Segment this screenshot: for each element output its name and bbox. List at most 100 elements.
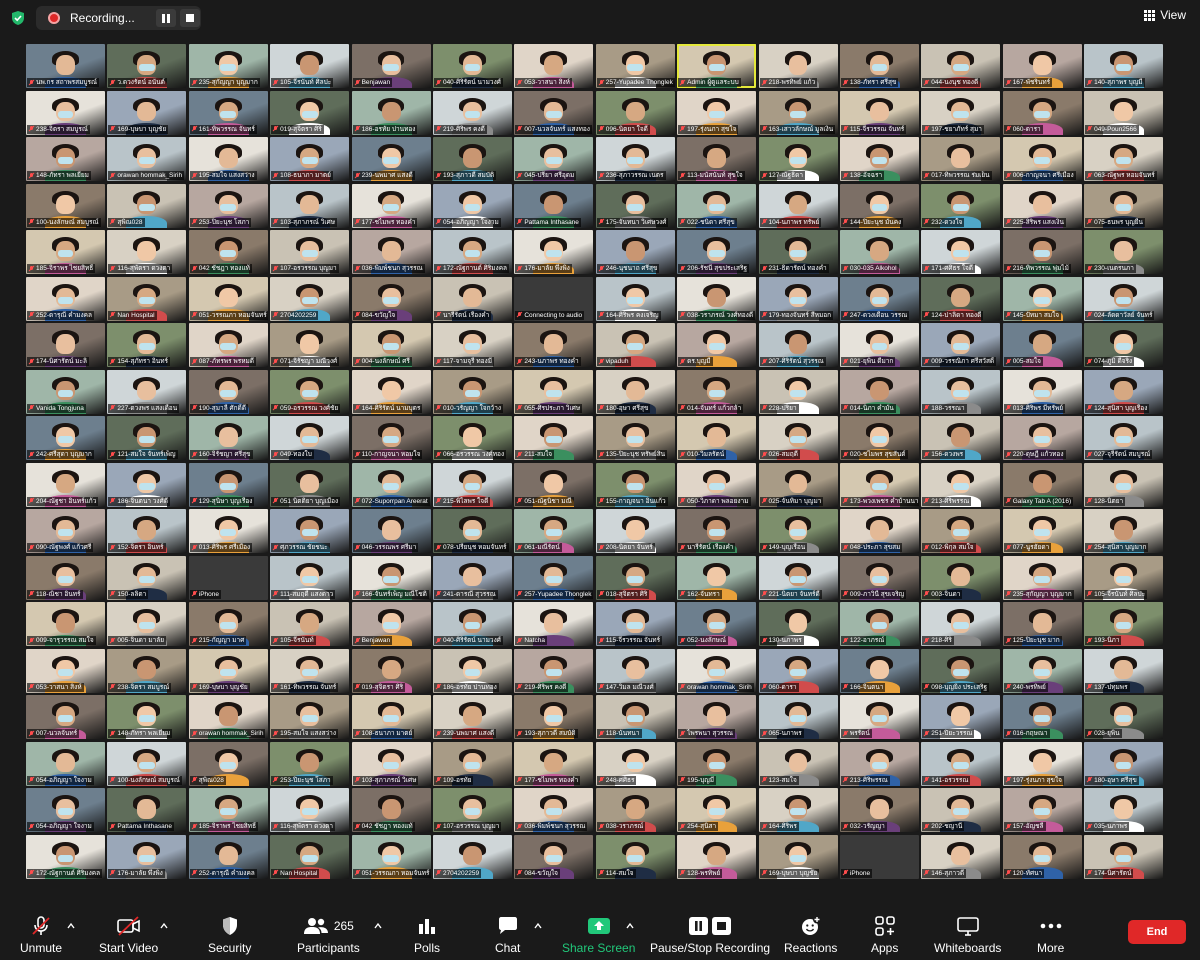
participant-tile[interactable]: 124-ปาลิดา ทองดี [921, 276, 1001, 321]
participant-tile[interactable]: 123-สมใจ [758, 741, 838, 786]
participant-tile[interactable]: 220-ดุษฎี แก้วทอง [1002, 416, 1082, 460]
participant-tile[interactable]: Nan Hospital [107, 276, 187, 321]
participant-tile[interactable]: 154-สุภัทรา อินทร์ [107, 323, 187, 367]
participant-tile[interactable]: 007-นวลจันทร์ [26, 695, 105, 739]
participant-tile[interactable]: 105-จีรนันท์ ศิลปะ [270, 44, 350, 88]
participant-tile[interactable]: 124-สุนิสา บุญเรือง [1084, 369, 1164, 414]
participant-tile[interactable]: 162-จันทรา [677, 555, 757, 600]
participant-tile[interactable]: 103-สุภาภรณ์ วิเศษ [351, 741, 431, 786]
participant-tile[interactable]: 014-จันทร์ แก้วกล้า [677, 369, 757, 414]
participant-tile[interactable]: 005-จินดา มาลัย [107, 602, 187, 646]
participant-tile[interactable]: 018-สุจิตรา ศิริ [595, 555, 675, 600]
participant-tile[interactable]: 208-นิตยา จันทร์ [595, 509, 675, 553]
participant-tile[interactable]: 021-ยุพิน ดีมาก [839, 323, 919, 367]
participant-tile[interactable]: 113-มนัสนันท์ สุขใจ [677, 137, 757, 181]
participant-tile[interactable]: 148-ภัทรา พลเยี่ยม [26, 137, 105, 181]
participant-tile[interactable]: สุพิณ028 [188, 741, 268, 786]
participant-tile[interactable]: 120-ทัศนา [1002, 834, 1082, 879]
participant-tile[interactable]: 042 ชัชฎา ทองแท้ [351, 788, 431, 832]
participant-tile[interactable]: 243-นภาพร ทองคำ [514, 323, 594, 367]
participant-tile[interactable]: 052-นงลักษณ์ [677, 602, 757, 646]
participant-tile[interactable]: 065-นภาพร [758, 695, 838, 739]
participant-tile[interactable]: 177-ชไมพร ทองคำ [351, 183, 431, 228]
participant-tile[interactable]: 027-จุรีรัตน์ สมบูรณ์ [1084, 416, 1164, 460]
participant-tile[interactable]: 003-จินดา [921, 555, 1001, 600]
participant-tile[interactable]: orawan hommak_Sirih [677, 648, 757, 693]
participant-tile[interactable]: 144-ปิยะนุช มั่นคง [839, 183, 919, 228]
participant-tile[interactable]: 105-จีรนันท์ ศิลปะ [1084, 555, 1164, 600]
participant-tile[interactable]: 248-ศศิธร [595, 741, 675, 786]
participant-tile[interactable]: 009-จารุวรรณ สมใจ [26, 602, 105, 646]
participant-tile[interactable]: 054-อภิญญา ใจงาม [432, 183, 512, 228]
participant-tile[interactable]: 053-วาสนา สิงห์ [514, 44, 594, 88]
participant-tile[interactable]: Vanida Tongjuna [26, 369, 105, 414]
participant-tile[interactable]: 253-ปิยะนุช โสภา [188, 183, 268, 228]
participant-tile[interactable]: 117-จามจุรี ทองมี [432, 323, 512, 367]
participant-tile[interactable]: 013-ศิริพร มีทรัพย์ [1002, 369, 1082, 414]
participant-tile[interactable]: 054-อภิญญา ใจงาม [26, 788, 105, 832]
participant-tile[interactable]: 160-จิรัชญา ศรีสุข [188, 416, 268, 460]
participant-tile[interactable]: 172-ณัฐกานต์ ศิริมงคล [26, 834, 105, 879]
participant-tile[interactable]: 074-ภูมิ ดีจริง [1084, 323, 1164, 367]
participant-tile[interactable]: 239-นพมาศ แสงดี [432, 695, 512, 739]
participant-tile[interactable]: 176-มาลัย พึ่งพิง [107, 834, 187, 879]
participant-tile[interactable]: 078-ปรียนุช หอมจันทร์ [432, 509, 512, 553]
participant-tile[interactable]: 127-ณัฐธิดา [758, 137, 838, 181]
participant-tile[interactable]: นพ.กร สถาพรสมบูรณ์ [26, 44, 105, 88]
participant-tile[interactable]: 040-ศิริรัตน์ นามวงศ์ [432, 44, 512, 88]
participant-tile[interactable]: 028-ยุพิน [1084, 695, 1164, 739]
participant-tile[interactable]: 072-Suporrpan Areerat [351, 462, 431, 507]
participant-tile[interactable]: 164-ศิริรัตน์ นามบุตร [351, 369, 431, 414]
participant-tile[interactable]: 2704202259 [432, 834, 512, 879]
participant-tile[interactable]: 049-Poun2566 [1084, 90, 1164, 135]
participant-tile[interactable]: 174-นิศารัตน์ [1084, 834, 1164, 879]
participant-tile[interactable]: vipaduh [595, 323, 675, 367]
participant-tile[interactable]: 138-อัจฉรา [839, 137, 919, 181]
participant-tile[interactable]: 006-กาญจนา ศรีเมือง [1002, 137, 1082, 181]
participant-tile[interactable]: 017-ทิพวรรณ ร่มเย็น [921, 137, 1001, 181]
participant-tile[interactable]: 186-อรทัย ปานทอง [351, 90, 431, 135]
participant-tile[interactable]: 169-บุษบา บุญชัย [188, 648, 268, 693]
participant-tile[interactable]: 019-สุจิตรา ศิริ [351, 648, 431, 693]
participant-tile[interactable]: 195-บุญมี [677, 741, 757, 786]
participant-tile[interactable]: 122-อาภรณ์ [839, 602, 919, 646]
participant-tile[interactable]: 007-นวลจันทร์ แสงทอง [514, 90, 594, 135]
participant-tile[interactable]: 051-วรรณภา หอมจันทร์ [188, 276, 268, 321]
participant-tile[interactable]: 236-สุภาวรรณ เนตร [595, 137, 675, 181]
participant-tile[interactable]: 071-จิรัชญา มณีวงศ์ [270, 323, 350, 367]
shield-check-icon[interactable] [10, 10, 26, 26]
participant-tile[interactable]: 169-บุษบา บุญชัย [107, 90, 187, 135]
stop-recording-button[interactable] [180, 9, 200, 27]
participant-tile[interactable]: 105-จีรนันท์ [270, 602, 350, 646]
participant-tile[interactable]: 104-นภาพร ทรัพย์ [758, 183, 838, 228]
share-screen-button[interactable]: Share Screen [562, 914, 635, 955]
participant-tile[interactable]: 179-ทองจันทร์ สีหมอก [758, 276, 838, 321]
participant-tile[interactable]: 164-ศิริพร คงเจริญ [595, 276, 675, 321]
chat-button[interactable]: Chat [495, 914, 520, 955]
participant-tile[interactable]: 146-สุภาวดี [921, 834, 1001, 879]
participant-tile[interactable]: 032-วรัญญา [839, 788, 919, 832]
participant-tile[interactable]: 190-สุมาลี ศักดิ์ดี [188, 369, 268, 414]
participant-tile[interactable]: 004-นงลักษณ์ ศรี [351, 323, 431, 367]
reactions-button[interactable]: Reactions [784, 914, 837, 955]
participant-tile[interactable]: 145-ปัทมา สมใจ [1002, 276, 1082, 321]
participant-tile[interactable]: 013-ศิริพร ศรีเมือง [188, 509, 268, 553]
share-options-chevron-icon[interactable] [625, 922, 635, 930]
participant-tile[interactable]: 087-ภัทรพร พรหมดี [188, 323, 268, 367]
participant-tile[interactable]: 216-ทิพวรรณ พุ่มไม้ [1002, 230, 1082, 274]
participant-tile[interactable]: 166-จินตนา [839, 648, 919, 693]
participant-tile[interactable]: 228-ปริยา [758, 369, 838, 414]
participant-tile[interactable]: 059-อรวรรณ วงศ์ชัย [270, 369, 350, 414]
audio-options-chevron-icon[interactable] [66, 922, 76, 930]
pause-stop-recording-button[interactable]: Pause/Stop Recording [650, 914, 770, 955]
participant-tile[interactable]: 025-จันทิมา บุญมา [758, 462, 838, 507]
participant-tile[interactable]: 049-ทองใบ [270, 416, 350, 460]
participant-tile[interactable]: 055-ศิรประภา วิเศษ [514, 369, 594, 414]
participant-tile[interactable]: iPhone [839, 834, 919, 879]
participant-tile[interactable]: 048-ประภา สุขสม [839, 509, 919, 553]
participant-tile[interactable]: 061-มณีรัตน์ [514, 509, 594, 553]
participant-tile[interactable]: Admin ผู้ดูแลระบบ [677, 44, 757, 88]
participant-tile[interactable]: 253-ปิยะนุช โสภา [270, 741, 350, 786]
participant-tile[interactable]: 2704202259 [270, 276, 350, 321]
participant-tile[interactable]: 197-รุ่งนภา สุขใจ [1002, 741, 1082, 786]
